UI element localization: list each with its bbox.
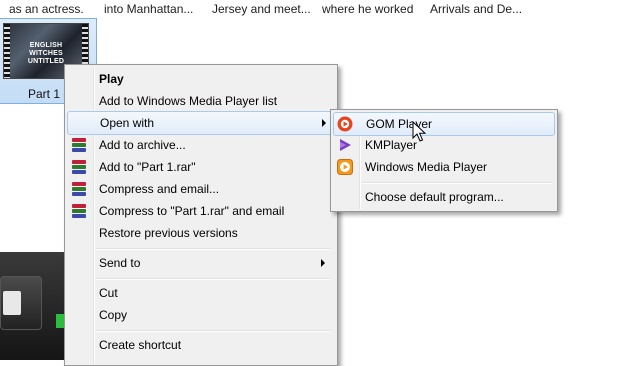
mouse-cursor-icon bbox=[412, 121, 427, 142]
gom-player-icon bbox=[337, 116, 353, 132]
menu-item-play[interactable]: Play bbox=[68, 68, 333, 90]
menu-separator bbox=[96, 330, 331, 332]
submenu-arrow-icon bbox=[322, 119, 326, 127]
menu-item-cut[interactable]: Cut bbox=[68, 282, 333, 304]
background-window-panel bbox=[0, 252, 64, 360]
menu-item-add-to-archive[interactable]: Add to archive... bbox=[68, 134, 333, 156]
file-caption: Jersey and meet... bbox=[212, 2, 311, 16]
menu-item-open-with[interactable]: Open with bbox=[67, 111, 334, 135]
context-menu: Play Add to Windows Media Player list Op… bbox=[64, 64, 338, 366]
open-with-submenu: GOM Player KMPlayer Windows Media Player… bbox=[330, 109, 558, 212]
menu-item-add-to-part1-rar[interactable]: Add to "Part 1.rar" bbox=[68, 156, 333, 178]
file-caption: as an actress. bbox=[9, 2, 84, 16]
file-captions-row: as an actress. into Manhattan... Jersey … bbox=[0, 0, 640, 18]
menu-item-gom-player[interactable]: GOM Player bbox=[333, 112, 555, 136]
menu-item-copy[interactable]: Copy bbox=[68, 304, 333, 326]
winrar-icon bbox=[71, 203, 87, 219]
file-name: Part 1 bbox=[28, 87, 61, 101]
menu-separator bbox=[96, 248, 331, 250]
windows-media-player-icon bbox=[337, 159, 353, 175]
submenu-arrow-icon bbox=[321, 259, 325, 267]
menu-item-restore-previous-versions[interactable]: Restore previous versions bbox=[68, 222, 333, 244]
menu-item-choose-default-program[interactable]: Choose default program... bbox=[334, 186, 554, 208]
thumbnail-title: ENGLISH WITCHES UNTITLED bbox=[27, 42, 65, 65]
kmplayer-icon bbox=[337, 137, 353, 153]
menu-item-compress-to-rar-and-email[interactable]: Compress to "Part 1.rar" and email bbox=[68, 200, 333, 222]
level-indicator bbox=[56, 314, 64, 328]
menu-item-send-to[interactable]: Send to bbox=[68, 252, 333, 274]
file-caption: where he worked bbox=[322, 2, 414, 16]
menu-item-create-shortcut[interactable]: Create shortcut bbox=[68, 334, 333, 356]
file-caption: Arrivals and De... bbox=[430, 2, 523, 16]
background-control bbox=[0, 276, 42, 330]
menu-separator bbox=[96, 278, 331, 280]
menu-item-add-to-wmp-list[interactable]: Add to Windows Media Player list bbox=[68, 90, 333, 112]
menu-item-windows-media-player[interactable]: Windows Media Player bbox=[334, 156, 554, 178]
winrar-icon bbox=[71, 159, 87, 175]
winrar-icon bbox=[71, 181, 87, 197]
file-caption: into Manhattan... bbox=[104, 2, 194, 16]
winrar-icon bbox=[71, 137, 87, 153]
menu-item-kmplayer[interactable]: KMPlayer bbox=[334, 134, 554, 156]
menu-item-compress-and-email[interactable]: Compress and email... bbox=[68, 178, 333, 200]
menu-separator bbox=[362, 182, 552, 184]
